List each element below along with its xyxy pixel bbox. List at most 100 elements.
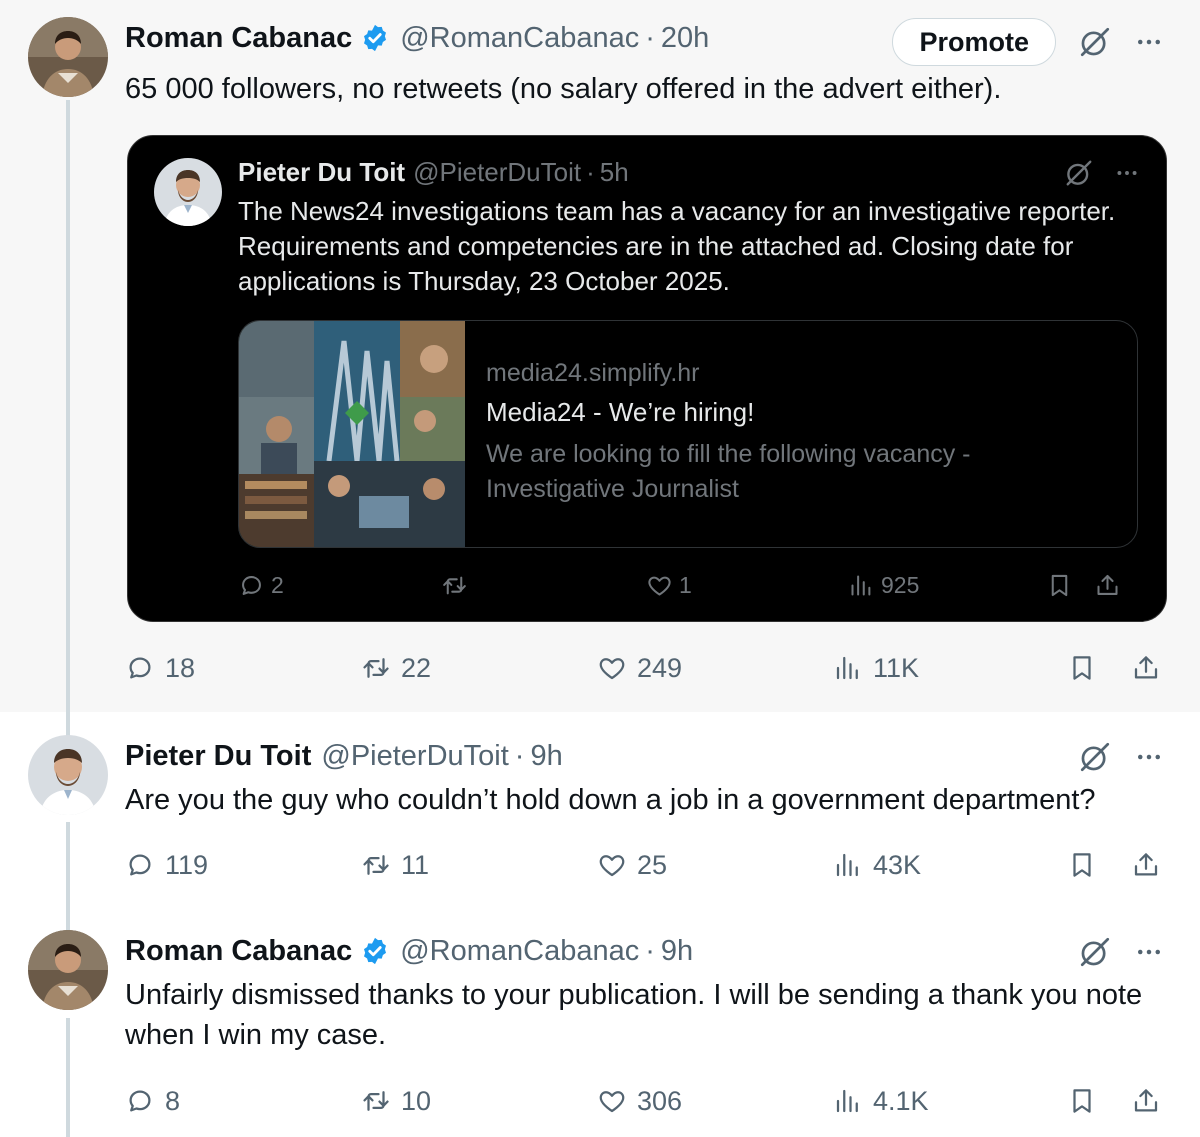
grok-icon[interactable] — [1064, 158, 1094, 188]
link-preview-image[interactable] — [239, 321, 465, 548]
reply-count: 2 — [271, 571, 284, 598]
like-icon — [597, 653, 627, 683]
more-icon[interactable] — [1134, 742, 1164, 772]
share-button[interactable] — [1094, 568, 1121, 602]
bookmark-button[interactable] — [1067, 1081, 1097, 1121]
views-button[interactable]: 4.1K — [833, 1081, 929, 1121]
like-icon — [646, 572, 673, 599]
repost-button[interactable]: 11 — [361, 845, 429, 885]
reply-icon — [125, 1086, 155, 1116]
author-name[interactable]: Pieter Du Toit — [125, 740, 311, 773]
grok-icon[interactable] — [1078, 25, 1112, 59]
avatar[interactable] — [28, 17, 108, 97]
views-icon — [848, 572, 875, 599]
reply-button[interactable]: 8 — [125, 1081, 180, 1121]
reply-count: 119 — [165, 849, 209, 880]
grok-icon[interactable] — [1078, 935, 1112, 969]
link-description: We are looking to fill the following vac… — [486, 440, 971, 503]
like-button[interactable]: 25 — [597, 845, 667, 885]
reply-icon — [125, 850, 155, 880]
views-icon — [833, 850, 863, 880]
repost-button[interactable]: 10 — [361, 1081, 431, 1121]
reply-count: 18 — [165, 652, 196, 683]
tweet-action-bar: 119 11 25 43K — [125, 845, 1175, 885]
quoted-author-name[interactable]: Pieter Du Toit — [238, 157, 405, 188]
more-icon[interactable] — [1134, 27, 1164, 57]
timestamp[interactable]: 9h — [530, 740, 562, 773]
timestamp[interactable]: 9h — [661, 935, 693, 968]
share-icon — [1131, 653, 1161, 683]
more-icon[interactable] — [1114, 160, 1140, 186]
author-handle[interactable]: @RomanCabanac — [400, 22, 639, 55]
share-icon — [1131, 1086, 1161, 1116]
repost-button[interactable]: 22 — [361, 648, 431, 688]
views-count: 43K — [873, 849, 922, 880]
like-button[interactable]: 1 — [646, 568, 692, 602]
bookmark-button[interactable] — [1046, 568, 1073, 602]
tweet-action-bar: 18 22 249 11K — [125, 648, 1175, 688]
link-domain: media24.simplify.hr — [486, 359, 700, 387]
thread-line — [66, 100, 70, 740]
author-handle[interactable]: @RomanCabanac — [400, 935, 639, 968]
link-preview-card[interactable]: media24.simplify.hr Media24 - We’re hiri… — [238, 320, 1138, 548]
views-count: 925 — [881, 571, 920, 598]
like-count: 1 — [679, 571, 692, 598]
separator-dot: · — [514, 739, 525, 772]
like-icon — [597, 1086, 627, 1116]
repost-button[interactable] — [441, 568, 468, 602]
share-button[interactable] — [1131, 648, 1161, 688]
quoted-timestamp[interactable]: 5h — [600, 157, 629, 188]
views-icon — [833, 653, 863, 683]
tweet-top-actions — [1078, 932, 1164, 972]
tweet-pieter-reply[interactable]: Pieter Du Toit @PieterDuToit · 9h Are yo… — [0, 712, 1200, 930]
bookmark-icon — [1067, 850, 1097, 880]
tweet-header: Roman Cabanac @RomanCabanac · 9h — [125, 931, 1160, 971]
reply-button[interactable]: 119 — [125, 845, 208, 885]
timestamp[interactable]: 20h — [661, 22, 709, 55]
bookmark-button[interactable] — [1067, 845, 1097, 885]
author-name[interactable]: Roman Cabanac — [125, 935, 352, 968]
avatar[interactable] — [28, 930, 108, 1010]
quoted-header: Pieter Du Toit @PieterDuToit · 5h — [238, 156, 629, 188]
like-button[interactable]: 306 — [597, 1081, 682, 1121]
share-button[interactable] — [1131, 1081, 1161, 1121]
grok-icon[interactable] — [1078, 740, 1112, 774]
share-button[interactable] — [1131, 845, 1161, 885]
promote-button[interactable]: Promote — [892, 18, 1056, 66]
reply-icon — [125, 653, 155, 683]
quoted-tweet[interactable]: Pieter Du Toit @PieterDuToit · 5h The Ne… — [127, 135, 1167, 622]
tweet-header: Pieter Du Toit @PieterDuToit · 9h — [125, 736, 1160, 776]
like-button[interactable]: 249 — [597, 648, 682, 688]
repost-icon — [361, 850, 391, 880]
like-icon — [597, 850, 627, 880]
repost-icon — [361, 1086, 391, 1116]
tweet-roman-original[interactable]: Roman Cabanac @RomanCabanac · 20h Promot… — [0, 0, 1200, 740]
author-handle[interactable]: @PieterDuToit — [321, 740, 508, 773]
separator-dot: · — [645, 21, 655, 54]
quoted-avatar[interactable] — [154, 158, 222, 226]
views-button[interactable]: 43K — [833, 845, 921, 885]
views-count: 11K — [873, 652, 920, 683]
share-icon — [1094, 572, 1121, 599]
reply-button[interactable]: 2 — [238, 568, 284, 602]
bookmark-icon — [1046, 572, 1073, 599]
repost-count: 22 — [401, 652, 432, 683]
views-icon — [833, 1086, 863, 1116]
bookmark-icon — [1067, 653, 1097, 683]
more-icon[interactable] — [1134, 937, 1164, 967]
avatar[interactable] — [28, 735, 108, 815]
author-name[interactable]: Roman Cabanac — [125, 22, 352, 55]
quoted-author-handle[interactable]: @PieterDuToit — [413, 157, 581, 188]
views-button[interactable]: 925 — [848, 568, 919, 602]
thread-line — [66, 1018, 70, 1137]
quoted-action-bar: 2 1 925 — [238, 568, 1138, 602]
reply-button[interactable]: 18 — [125, 648, 195, 688]
tweet-top-actions: Promote — [892, 18, 1164, 66]
tweet-text: Unfairly dismissed thanks to your public… — [125, 979, 1143, 1051]
bookmark-icon — [1067, 1086, 1097, 1116]
repost-count: 11 — [401, 849, 430, 880]
views-button[interactable]: 11K — [833, 648, 919, 688]
tweet-roman-reply[interactable]: Roman Cabanac @RomanCabanac · 9h Unfairl… — [0, 907, 1200, 1137]
tweet-text: Are you the guy who couldn’t hold down a… — [125, 784, 1096, 816]
bookmark-button[interactable] — [1067, 648, 1097, 688]
